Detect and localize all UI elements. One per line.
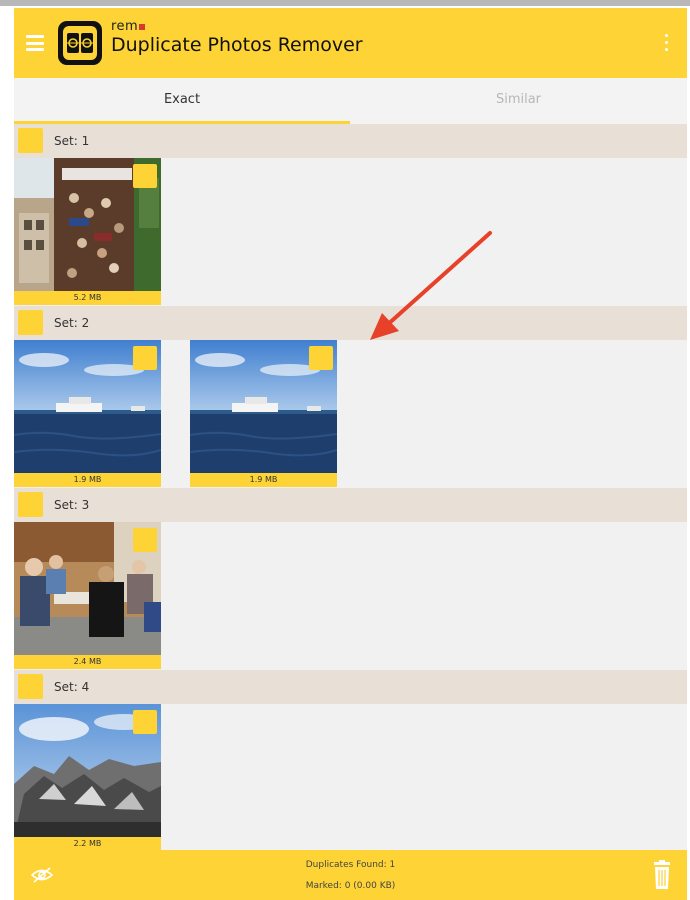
marked-text: Marked: 0 (0.00 KB) xyxy=(305,881,396,891)
duplicates-found-text: Duplicates Found: 1 xyxy=(305,860,396,870)
trash-icon[interactable] xyxy=(651,860,673,894)
bottom-bar: Duplicates Found: 1 Marked: 0 (0.00 KB) xyxy=(14,850,687,900)
window-top-border xyxy=(0,0,690,6)
annotation-arrow xyxy=(370,231,492,340)
app-screen: rem Duplicate Photos Remover Exact Simil… xyxy=(14,8,687,900)
